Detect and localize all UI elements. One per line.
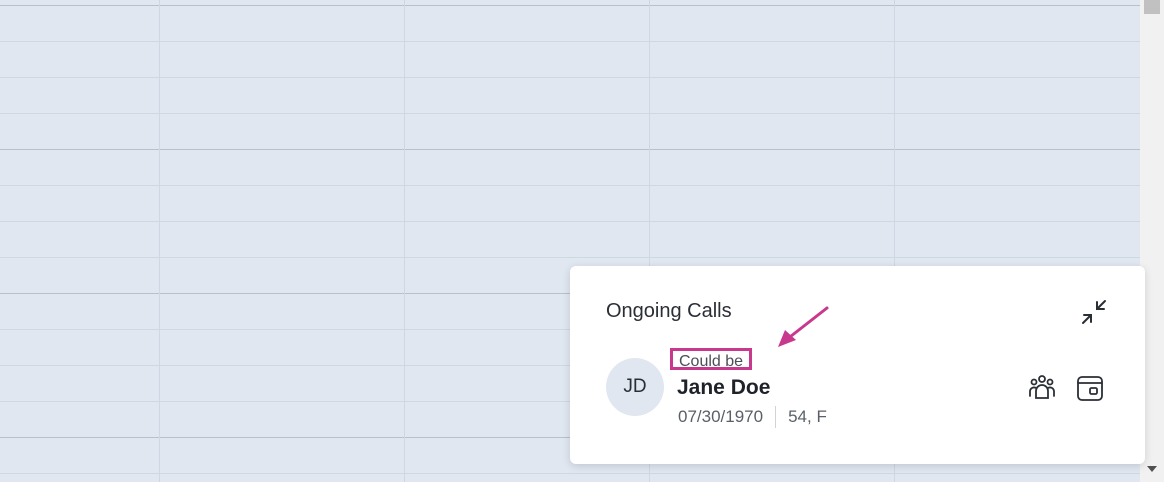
panel-title: Ongoing Calls [606, 300, 732, 322]
grid-line [0, 257, 1140, 258]
grid-line [0, 113, 1140, 114]
minimize-icon[interactable] [1078, 296, 1112, 330]
grid-line [0, 77, 1140, 78]
grid-line [0, 185, 1140, 186]
call-entry[interactable]: JD Could be Jane Doe 07/30/1970 54, F [606, 348, 1116, 432]
match-label: Could be [670, 348, 753, 370]
grid-line [0, 149, 1140, 150]
grid-line [0, 41, 1140, 42]
patient-dob: 07/30/1970 [678, 407, 764, 426]
patient-name[interactable]: Jane Doe [677, 376, 770, 400]
meta-divider [775, 406, 777, 428]
ongoing-calls-panel: Ongoing Calls JD Could be Jane Doe 07/30… [570, 266, 1145, 464]
grid-line [0, 221, 1140, 222]
avatar: JD [606, 358, 664, 416]
grid-line [0, 473, 1140, 474]
wallet-icon[interactable] [1074, 372, 1106, 404]
grid-column-divider [159, 0, 160, 482]
team-icon[interactable] [1026, 372, 1058, 404]
scroll-down-arrow-icon[interactable] [1147, 466, 1157, 472]
patient-age-sex: 54, F [788, 407, 827, 426]
grid-column-divider [404, 0, 405, 482]
grid-line [0, 5, 1140, 6]
scrollbar-thumb[interactable] [1144, 0, 1160, 14]
patient-meta: 07/30/1970 54, F [678, 406, 827, 428]
